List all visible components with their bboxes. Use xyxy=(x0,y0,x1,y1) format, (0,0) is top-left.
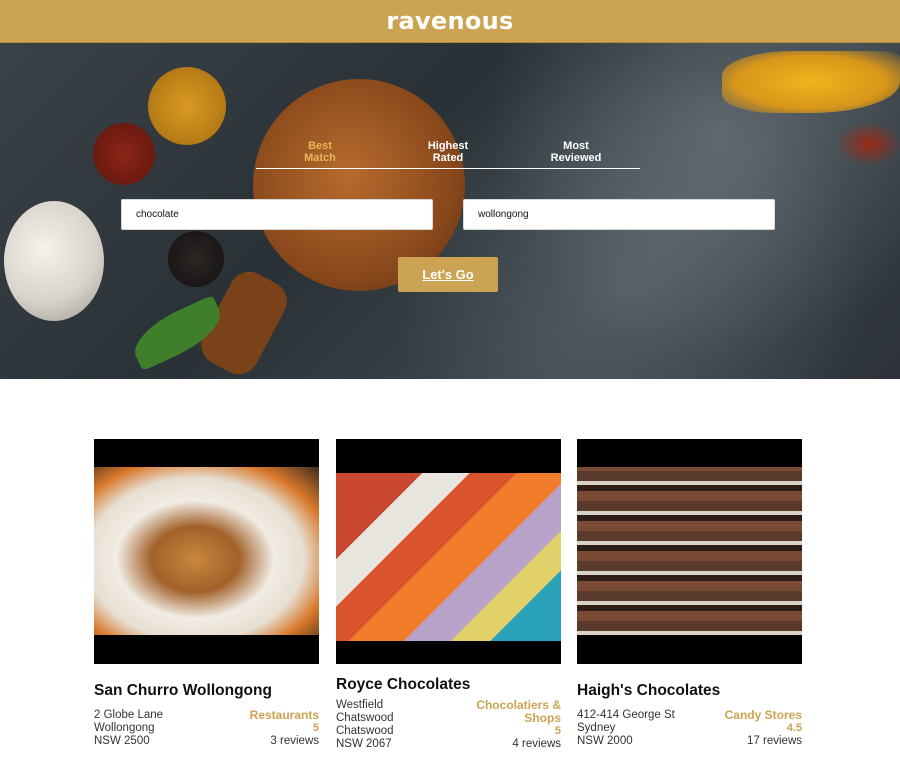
business-rating: 5 xyxy=(554,725,561,737)
pepper-decoration xyxy=(168,231,224,287)
business-photo xyxy=(94,439,319,664)
business-address: Westfield Chatswood Chatswood NSW 2067 xyxy=(336,699,394,751)
business-category: Chocolatiers & Shops xyxy=(476,698,561,725)
search-submit-button[interactable]: Let's Go xyxy=(398,257,498,292)
business-photo xyxy=(577,439,802,664)
business-address: 412-414 George St Sydney NSW 2000 xyxy=(577,709,675,748)
business-card[interactable]: San Churro Wollongong 2 Globe Lane Wollo… xyxy=(94,439,319,748)
red-spice-decoration xyxy=(838,123,900,165)
chocolate-display-image xyxy=(577,467,802,635)
address-line: Westfield xyxy=(336,699,384,711)
sort-most-reviewed[interactable]: Most Reviewed xyxy=(512,138,640,168)
business-review-count: 4 reviews xyxy=(512,738,561,750)
business-info: Restaurants 5 3 reviews xyxy=(250,709,319,748)
yellow-spice-decoration xyxy=(722,51,900,113)
sort-best-match[interactable]: Best Match xyxy=(256,138,384,168)
sort-most-reviewed-label: Most Reviewed xyxy=(550,140,602,164)
app-logo: ravenous xyxy=(386,7,514,35)
business-category: Restaurants xyxy=(249,708,319,722)
address-line: NSW 2000 xyxy=(577,735,633,747)
address-line: NSW 2500 xyxy=(94,735,150,747)
address-line: Wollongong xyxy=(94,722,155,734)
search-location-input[interactable] xyxy=(463,199,775,230)
address-line: 2 Globe Lane xyxy=(94,709,164,721)
business-name: Haigh's Chocolates xyxy=(577,682,721,699)
business-name: Royce Chocolates xyxy=(336,676,471,693)
business-review-count: 17 reviews xyxy=(747,735,802,747)
search-term-input[interactable] xyxy=(121,199,433,230)
churro-image xyxy=(94,467,319,635)
address-line: NSW 2067 xyxy=(336,738,392,750)
business-review-count: 3 reviews xyxy=(270,735,319,747)
sort-highest-rated[interactable]: Highest Rated xyxy=(384,138,512,168)
business-info: Chocolatiers & Shops 5 4 reviews xyxy=(451,699,561,751)
paprika-decoration xyxy=(93,123,155,185)
sort-highest-rated-label: Highest Rated xyxy=(427,140,469,164)
business-name: San Churro Wollongong xyxy=(94,682,272,699)
address-line: Sydney xyxy=(577,722,616,734)
address-line: Chatswood xyxy=(336,725,394,737)
address-line: Chatswood xyxy=(336,712,394,724)
business-card[interactable]: Royce Chocolates Westfield Chatswood Cha… xyxy=(336,439,561,751)
address-line: 412-414 George St xyxy=(577,709,675,721)
business-info: Candy Stores 4.5 17 reviews xyxy=(725,709,802,748)
business-rating: 5 xyxy=(312,722,319,734)
garlic-decoration xyxy=(4,201,104,321)
search-hero: BestMatch HighestRated MostReviewed Let'… xyxy=(0,43,900,379)
business-rating: 4.5 xyxy=(786,722,802,734)
chocolate-boxes-image xyxy=(336,473,561,641)
sort-options: Best Match Highest Rated Most Reviewed xyxy=(256,138,640,169)
business-card[interactable]: Haigh's Chocolates 412-414 George St Syd… xyxy=(577,439,802,748)
turmeric-decoration xyxy=(148,67,226,145)
sort-best-match-label: Best Match xyxy=(304,140,336,164)
business-photo xyxy=(336,439,561,664)
business-address: 2 Globe Lane Wollongong NSW 2500 xyxy=(94,709,163,748)
app-header: ravenous xyxy=(0,0,900,43)
business-category: Candy Stores xyxy=(724,708,802,722)
